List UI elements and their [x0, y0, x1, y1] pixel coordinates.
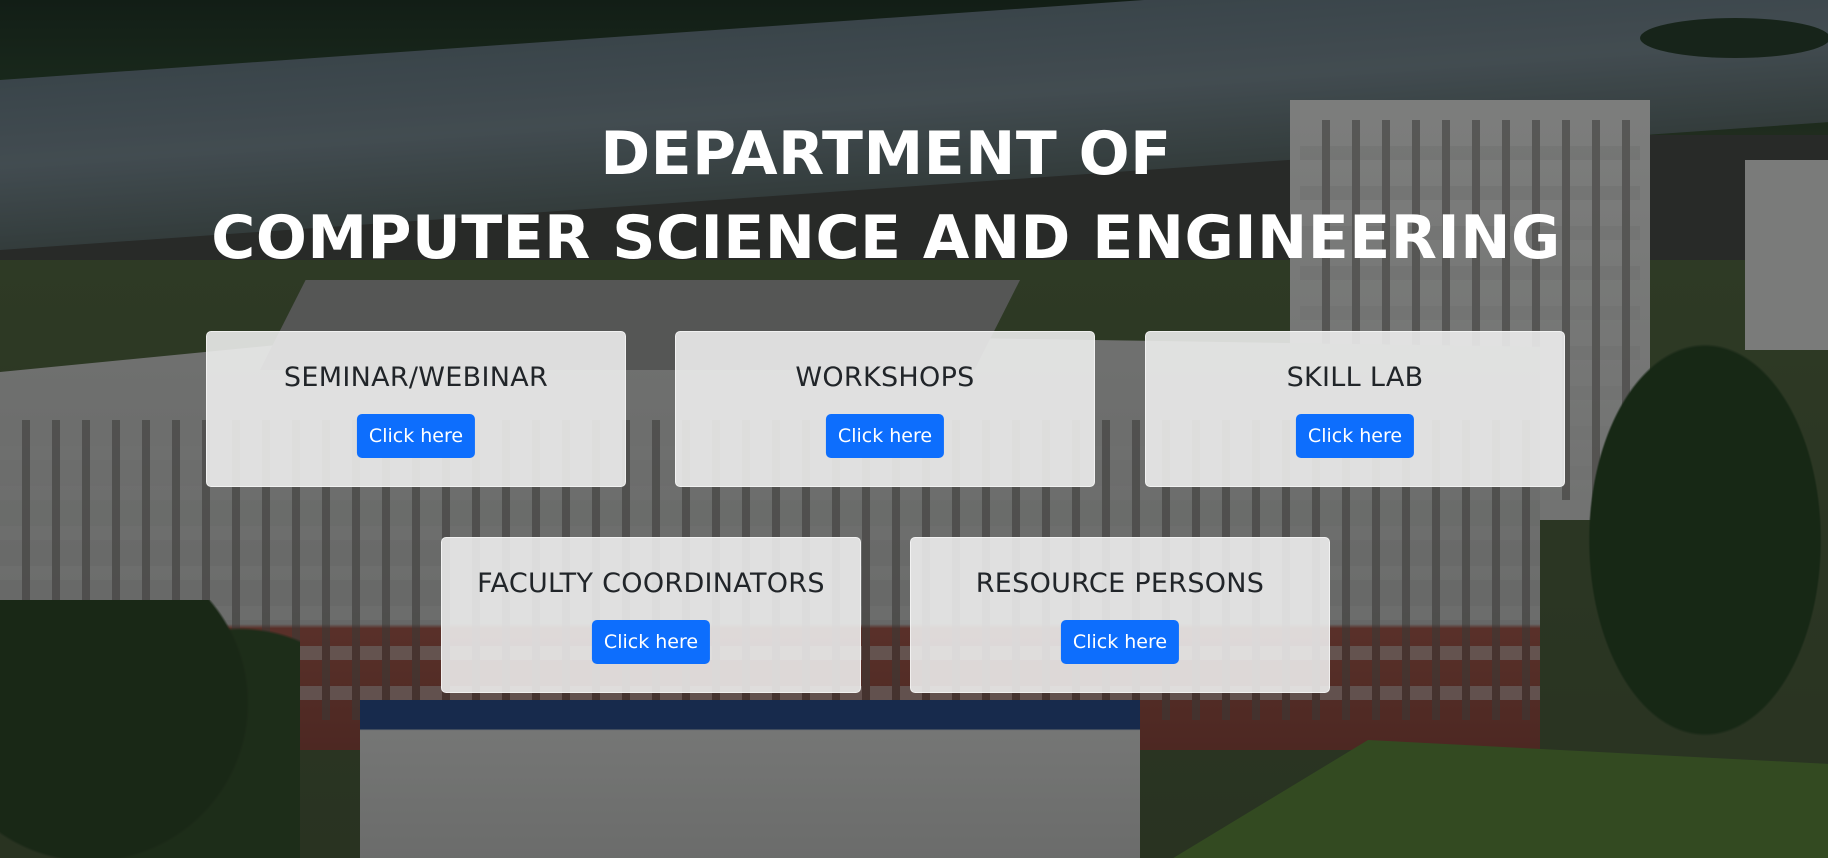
card-seminar-webinar: SEMINAR/WEBINAR Click here: [206, 331, 626, 487]
card-title: WORKSHOPS: [795, 362, 975, 393]
resource-persons-button[interactable]: Click here: [1060, 620, 1180, 664]
hero-section: DEPARTMENT OF COMPUTER SCIENCE AND ENGIN…: [0, 0, 1828, 858]
page-title-line-1: DEPARTMENT OF: [600, 119, 1172, 189]
card-workshops: WORKSHOPS Click here: [675, 331, 1095, 487]
card-faculty-coordinators: FACULTY COORDINATORS Click here: [441, 537, 861, 693]
card-title: SEMINAR/WEBINAR: [283, 362, 549, 393]
page-title: DEPARTMENT OF COMPUTER SCIENCE AND ENGIN…: [0, 112, 1772, 280]
seminar-webinar-button[interactable]: Click here: [356, 414, 476, 458]
skill-lab-button[interactable]: Click here: [1295, 414, 1415, 458]
page-title-line-2: COMPUTER SCIENCE AND ENGINEERING: [211, 203, 1561, 273]
workshops-button[interactable]: Click here: [825, 414, 945, 458]
card-title: FACULTY COORDINATORS: [477, 568, 825, 599]
card-resource-persons: RESOURCE PERSONS Click here: [910, 537, 1330, 693]
faculty-coordinators-button[interactable]: Click here: [591, 620, 711, 664]
card-title: SKILL LAB: [1286, 362, 1424, 393]
card-skill-lab: SKILL LAB Click here: [1145, 331, 1565, 487]
card-title: RESOURCE PERSONS: [975, 568, 1265, 599]
